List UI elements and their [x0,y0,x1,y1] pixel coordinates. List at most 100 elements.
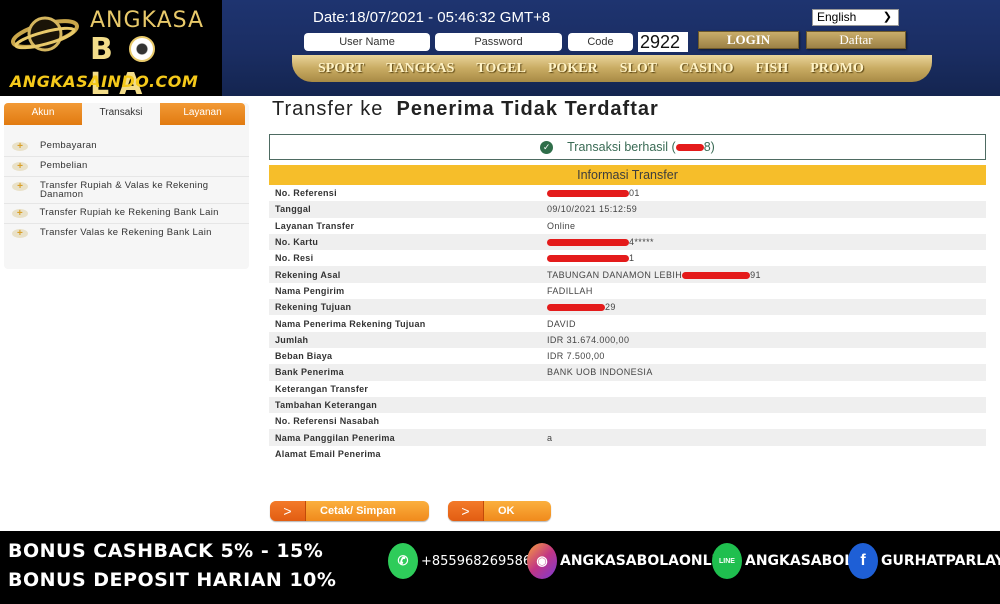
logo-b: B [90,32,123,67]
language-value: English [817,10,857,24]
ok-button[interactable]: > OK [448,501,551,521]
redaction-mark [675,143,704,151]
main-nav: SPORT TANGKAS TOGEL POKER SLOT CASINO FI… [292,55,932,82]
tab-transaksi[interactable]: Transaksi [82,103,160,125]
row-label: Tambahan Keterangan [275,400,378,410]
print-save-label: Cetak/ Simpan [320,505,396,517]
whatsapp-contact[interactable]: ✆ +855968269586 [388,543,531,579]
table-row: Nama Penerima Rekening Tujuan DAVID [269,315,986,331]
redaction-mark [547,255,629,263]
sidebar-item-label: Transfer Rupiah & Valas ke Rekening Dana… [40,180,209,200]
redaction-mark [547,239,629,247]
table-row: Tanggal 09/10/2021 15:12:59 [269,201,986,218]
table-row: No. Referensi Nasabah [269,413,986,429]
row-value: BANK UOB INDONESIA [547,367,653,378]
sidebar-item-transfer-bank-lain[interactable]: + Transfer Rupiah ke Rekening Bank Lain [4,204,249,224]
row-label: Beban Biaya [275,351,333,362]
instagram-contact[interactable]: ◉ ANGKASABOLAONLINE [527,543,738,579]
row-value: Online [547,220,576,231]
table-row: Tambahan Keterangan [269,396,986,414]
facebook-contact[interactable]: f GURHATPARLAY [848,543,1000,579]
row-value: 01 [547,188,640,198]
code-input[interactable]: Code [568,33,633,51]
language-select[interactable]: English ❯ [812,9,899,26]
row-value: FADILLAH [547,285,593,296]
sidebar-item-label: Pembayaran [40,140,97,151]
instagram-icon: ◉ [527,543,557,579]
value-text: TABUNGAN DANAMON LEBIH [547,269,683,280]
planet-logo-icon [11,16,79,52]
value-text: 29 [605,302,616,313]
whatsapp-icon: ✆ [388,543,418,579]
plus-icon: + [12,162,28,172]
row-value: 29 [547,302,616,312]
row-value: 1 [547,253,634,263]
site-logo[interactable]: ANGKASA BLA ANGKASAINDO.COM [0,0,222,102]
sidebar-item-pembelian[interactable]: + Pembelian [4,157,249,177]
football-icon [128,36,155,62]
nav-sport[interactable]: SPORT [318,61,364,77]
nav-promo[interactable]: PROMO [810,61,864,77]
nav-casino[interactable]: CASINO [679,61,733,77]
line-icon: LINE [712,543,742,579]
register-button[interactable]: Daftar [806,31,906,49]
redaction-mark [682,271,751,279]
line-contact[interactable]: LINE ANGKASABOLA [712,543,864,579]
sidebar-item-label: Transfer Valas ke Rekening Bank Lain [39,227,212,238]
sidebar-item-transfer-valas[interactable]: + Transfer Valas ke Rekening Bank Lain [4,224,249,244]
row-value: IDR 31.674.000,00 [547,334,630,345]
table-row: No. Referensi 01 [269,185,986,201]
row-value: 4***** [547,237,654,247]
nav-slot[interactable]: SLOT [620,61,657,77]
sidebar-menu: + Pembayaran + Pembelian + Transfer Rupiah … [4,125,249,244]
tab-layanan[interactable]: Layanan [160,103,245,125]
value-suffix: 91 [750,269,761,280]
username-input[interactable]: User Name [304,33,430,51]
plus-icon: + [12,229,28,239]
row-label: Nama Panggilan Penerima [275,432,395,443]
nav-togel[interactable]: TOGEL [476,61,526,77]
table-row: Keterangan Transfer [269,381,986,397]
plus-icon: + [12,209,28,219]
success-suffix: 8) [703,140,715,154]
plus-icon: + [12,142,28,152]
row-label: Jumlah [275,334,309,345]
logo-domain: ANGKASAINDO.COM [10,72,199,91]
row-label: Rekening Asal [275,269,341,280]
sidebar-item-pembayaran[interactable]: + Pembayaran [4,137,249,157]
password-input[interactable]: Password [435,33,562,51]
value-text: 1 [629,253,635,264]
redaction-mark [547,190,629,198]
sidebar: Akun Transaksi Layanan + Pembayaran + Pemb… [4,103,249,269]
logo-text-angkasa: ANGKASA [90,8,205,33]
table-row: Rekening Asal TABUNGAN DANAMON LEBIH 91 [269,266,986,283]
login-button[interactable]: LOGIN [698,31,799,49]
plus-icon: + [12,182,28,192]
tab-akun[interactable]: Akun [4,103,82,125]
table-row: Layanan Transfer Online [269,218,986,234]
row-label: Rekening Tujuan [275,302,352,313]
line-handle: ANGKASABOLA [745,553,864,569]
row-label: Tanggal [275,204,311,215]
row-label: Keterangan Transfer [275,383,369,394]
table-row: Alamat Email Penerima [269,446,986,462]
row-value: TABUNGAN DANAMON LEBIH 91 [547,270,761,280]
nav-tangkas[interactable]: TANGKAS [386,61,454,77]
nav-poker[interactable]: POKER [548,61,598,77]
sidebar-item-transfer-danamon[interactable]: + Transfer Rupiah & Valas ke Rekening Dan… [4,177,249,204]
title-prefix: Transfer ke [272,98,384,120]
nav-fish[interactable]: FISH [756,61,789,77]
sidebar-item-label: Transfer Rupiah ke Rekening Bank Lain [39,207,219,218]
row-value: IDR 7.500,00 [547,351,605,362]
row-label: Layanan Transfer [275,220,355,231]
table-row: Rekening Tujuan 29 [269,299,986,316]
value-text: 4***** [629,237,654,248]
row-value: a [547,432,553,443]
print-save-button[interactable]: > Cetak/ Simpan [270,501,429,521]
row-label: No. Kartu [275,237,319,248]
row-value: DAVID [547,318,576,329]
success-alert: ✓ Transaksi berhasil ( 8) [269,134,986,160]
bonus-deposit-text: BONUS DEPOSIT HARIAN 10% [8,569,337,591]
whatsapp-number: +855968269586 [421,553,532,569]
row-label: No. Referensi [275,188,337,199]
